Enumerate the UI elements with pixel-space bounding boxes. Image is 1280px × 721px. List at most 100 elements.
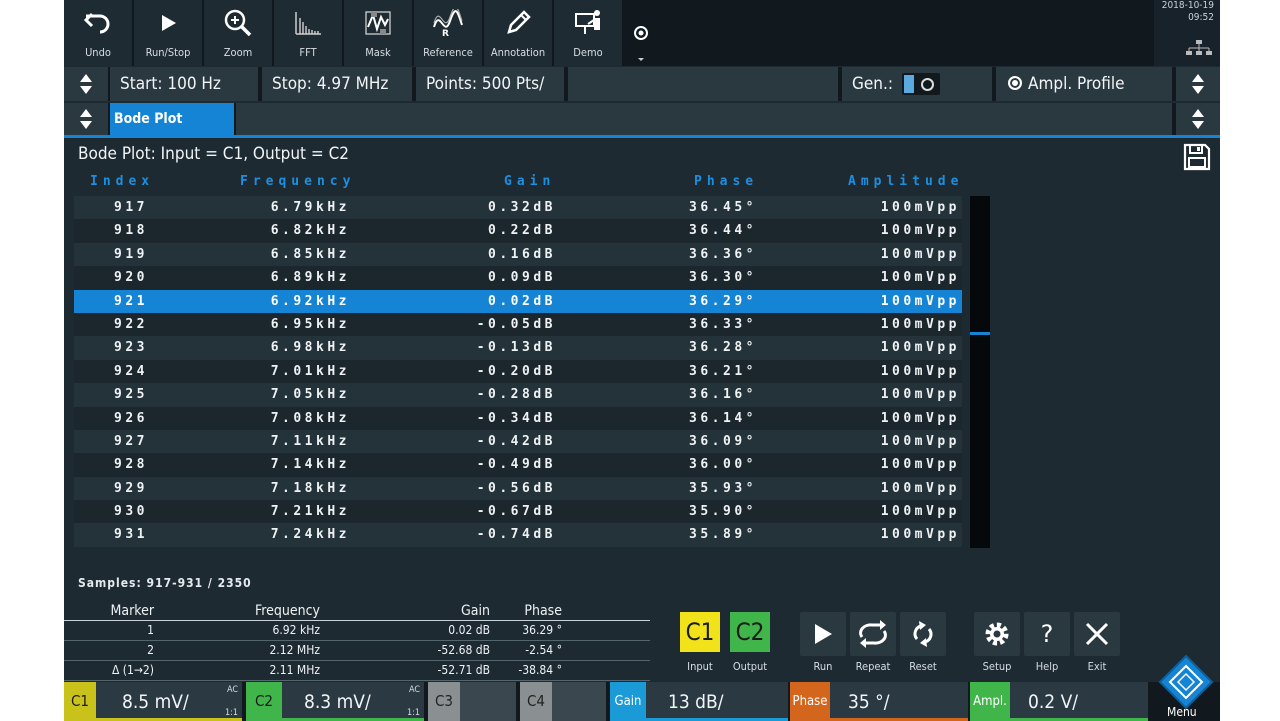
demo-button[interactable]: Demo (554, 0, 622, 66)
mask-icon (363, 6, 393, 40)
row-gain: -0.67dB (476, 504, 556, 520)
row-gain: 0.16dB (488, 246, 556, 262)
tab-empty-area (236, 103, 1172, 135)
row-index: 917 (114, 200, 148, 215)
table-row[interactable]: 919 6.85kHz 0.16dB 36.36° 100mVpp (74, 242, 962, 267)
marker-phase: -2.54 ° (525, 643, 562, 657)
c3-status[interactable]: C3 (428, 682, 516, 721)
pencil-icon (503, 6, 533, 40)
phase-status[interactable]: Phase 35 °/ (790, 682, 968, 721)
table-row[interactable]: 920 6.89kHz 0.09dB 36.30° 100mVpp (74, 266, 962, 290)
table-row[interactable]: 927 7.11kHz -0.42dB 36.09° 100mVpp (74, 429, 962, 454)
c1-status[interactable]: C1 8.5 mV/ AC 1:1 (64, 682, 242, 721)
row-phase: 35.90° (689, 504, 757, 520)
setup-button[interactable] (974, 612, 1020, 656)
row-frequency: 7.11kHz (270, 433, 350, 449)
input-channel-button[interactable]: C1 (680, 612, 720, 652)
row-frequency: 6.95kHz (270, 316, 350, 332)
c1-tag: C1 (64, 682, 96, 721)
c2-scale: 8.3 mV/ (304, 691, 371, 713)
exit-button[interactable] (1074, 612, 1120, 656)
row-amplitude: 100mVpp (880, 527, 960, 543)
c2-tag: C2 (246, 682, 282, 721)
zoom-button[interactable]: Zoom (204, 0, 272, 66)
row-gain: 0.09dB (488, 270, 556, 286)
gain-status[interactable]: Gain 13 dB/ (610, 682, 788, 721)
mask-button[interactable]: Mask (344, 0, 412, 66)
marker-row[interactable]: 2 2.12 MHz -52.68 dB -2.54 ° (64, 641, 650, 661)
tab-right-spinner[interactable] (1176, 103, 1220, 135)
table-row[interactable]: 921 6.92kHz 0.02dB 36.29° 100mVpp (74, 289, 962, 313)
table-scrollbar[interactable] (970, 196, 990, 548)
row-index: 925 (114, 387, 148, 403)
row-frequency: 7.14kHz (270, 457, 350, 473)
run-stop-button[interactable]: Run/Stop (134, 0, 202, 66)
play-icon (156, 6, 180, 40)
c2-coupling: AC (408, 685, 420, 695)
repeat-button[interactable] (850, 612, 896, 656)
stop-frequency-field[interactable]: Stop: 4.97 MHz (262, 67, 412, 101)
table-row[interactable]: 922 6.95kHz -0.05dB 36.33° 100mVpp (74, 312, 962, 337)
marker-frequency: 6.92 kHz (272, 623, 321, 637)
row-gain: -0.28dB (476, 387, 556, 403)
sweep-scroll-spinner[interactable] (64, 67, 108, 101)
row-gain: 0.22dB (488, 223, 556, 239)
settings-right-spinner[interactable] (1176, 67, 1220, 101)
marker-row[interactable]: 1 6.92 kHz 0.02 dB 36.29 ° (64, 621, 650, 641)
table-row[interactable]: 931 7.24kHz -0.74dB 35.89° 100mVpp (74, 523, 962, 547)
table-row[interactable]: 930 7.21kHz -0.67dB 35.90° 100mVpp (74, 500, 962, 524)
c1-scale: 8.5 mV/ (122, 691, 189, 713)
row-amplitude: 100mVpp (880, 480, 960, 496)
undo-button[interactable]: Undo (64, 0, 132, 66)
more-tools-toggle[interactable] (630, 22, 652, 62)
gain-tag: Gain (610, 682, 646, 721)
annotation-button[interactable]: Annotation (484, 0, 552, 66)
gear-icon (985, 622, 1009, 646)
start-frequency-field[interactable]: Start: 100 Hz (110, 67, 258, 101)
table-row[interactable]: 923 6.98kHz -0.13dB 36.28° 100mVpp (74, 336, 962, 360)
table-row[interactable]: 929 7.18kHz -0.56dB 35.93° 100mVpp (74, 476, 962, 501)
close-icon (1085, 622, 1109, 646)
table-row[interactable]: 928 7.14kHz -0.49dB 36.00° 100mVpp (74, 453, 962, 477)
run-button[interactable] (800, 612, 846, 656)
generator-switch[interactable] (902, 73, 940, 95)
c4-status[interactable]: C4 (520, 682, 606, 721)
help-button[interactable]: ? (1024, 612, 1070, 656)
reference-button[interactable]: R Reference (414, 0, 482, 66)
undo-icon (83, 6, 113, 40)
reference-label: Reference (423, 46, 473, 59)
fft-button[interactable]: FFT (274, 0, 342, 66)
row-frequency: 6.89kHz (270, 270, 350, 286)
marker-id: 1 (147, 623, 154, 637)
tab-bode-plot[interactable]: Bode Plot (110, 103, 234, 135)
points-field[interactable]: Points: 500 Pts/ (416, 67, 564, 101)
table-row[interactable]: 924 7.01kHz -0.20dB 36.21° 100mVpp (74, 359, 962, 384)
table-header: Index Frequency Gain Phase Amplitude (74, 174, 962, 194)
table-row[interactable]: 926 7.08kHz -0.34dB 36.14° 100mVpp (74, 406, 962, 430)
datetime-display: 2018-10-19 09:52 (1154, 0, 1220, 66)
row-gain: -0.20dB (476, 363, 556, 379)
row-index: 930 (114, 504, 148, 520)
marker-frequency-header: Frequency (255, 603, 320, 619)
marker-gain-header: Gain (461, 603, 490, 619)
marker-row[interactable]: Δ (1→2) 2.11 MHz -52.71 dB -38.84 ° (64, 661, 650, 681)
reset-button[interactable] (900, 612, 946, 656)
save-icon[interactable] (1182, 142, 1212, 172)
marker-id: 2 (147, 643, 154, 657)
ampl-profile-option[interactable]: Ampl. Profile (996, 67, 1172, 101)
marker-table: Marker Frequency Gain Phase 1 6.92 kHz 0.0… (64, 600, 650, 681)
annotation-label: Annotation (490, 46, 546, 59)
row-frequency: 7.24kHz (270, 527, 350, 543)
c2-status[interactable]: C2 8.3 mV/ AC 1:1 (246, 682, 424, 721)
scrollbar-thumb[interactable] (970, 332, 990, 335)
output-channel-button[interactable]: C2 (730, 612, 770, 652)
row-frequency: 6.85kHz (270, 246, 350, 262)
row-index: 927 (114, 433, 148, 449)
table-row[interactable]: 917 6.79kHz 0.32dB 36.45° 100mVpp (74, 196, 962, 220)
generator-toggle-cell[interactable]: Gen.: (842, 67, 992, 101)
table-row[interactable]: 918 6.82kHz 0.22dB 36.44° 100mVpp (74, 219, 962, 243)
ampl-status[interactable]: Ampl. 0.2 V/ (970, 682, 1148, 721)
row-phase: 36.45° (689, 200, 757, 215)
table-row[interactable]: 925 7.05kHz -0.28dB 36.16° 100mVpp (74, 383, 962, 407)
tab-scroll-spinner[interactable] (64, 103, 108, 135)
